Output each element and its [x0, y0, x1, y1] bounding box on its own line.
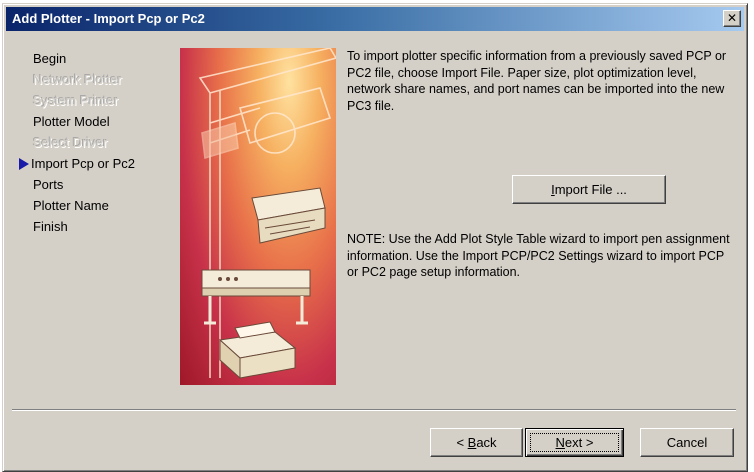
- step-network-plotter: Network Plotter: [33, 72, 122, 87]
- step-plotter-name: Plotter Name: [33, 198, 109, 213]
- plotter-illustration: [180, 48, 336, 385]
- import-file-label: mport File ...: [554, 182, 627, 197]
- wizard-steps: Begin Network Plotter System Printer Plo…: [19, 48, 178, 237]
- step-system-printer: System Printer: [33, 93, 119, 108]
- step-ports: Ports: [33, 177, 64, 192]
- step-import-pcp-pc2: Import Pcp or Pc2: [19, 153, 178, 174]
- printer-icon-2: [201, 269, 311, 325]
- current-step-arrow-icon: [19, 158, 29, 170]
- step-finish: Finish: [33, 219, 68, 234]
- back-label: ack: [476, 435, 497, 450]
- note-description: NOTE: Use the Add Plot Style Table wizar…: [347, 232, 730, 279]
- import-file-button[interactable]: Import File ...: [512, 175, 666, 204]
- title-bar: Add Plotter - Import Pcp or Pc2 ✕: [6, 7, 744, 31]
- step-select-driver: Select Driver: [33, 135, 108, 150]
- dialog-title: Add Plotter - Import Pcp or Pc2: [12, 11, 205, 26]
- back-button[interactable]: < Back: [430, 428, 523, 457]
- step-begin: Begin: [33, 51, 67, 66]
- printer-icon-3: [218, 321, 297, 380]
- intro-description: To import plotter specific information f…: [347, 49, 727, 113]
- step-plotter-model: Plotter Model: [33, 114, 110, 129]
- close-button[interactable]: ✕: [723, 10, 741, 27]
- next-button[interactable]: Next >: [525, 428, 624, 457]
- focus-rectangle: [530, 433, 619, 452]
- back-arrow-prefix: <: [456, 435, 468, 450]
- cancel-button[interactable]: Cancel: [640, 428, 734, 457]
- close-icon: ✕: [726, 11, 738, 25]
- footer-separator: [12, 409, 736, 411]
- printer-icon-1: [251, 187, 326, 244]
- plotter-illustration-svg: [198, 48, 336, 380]
